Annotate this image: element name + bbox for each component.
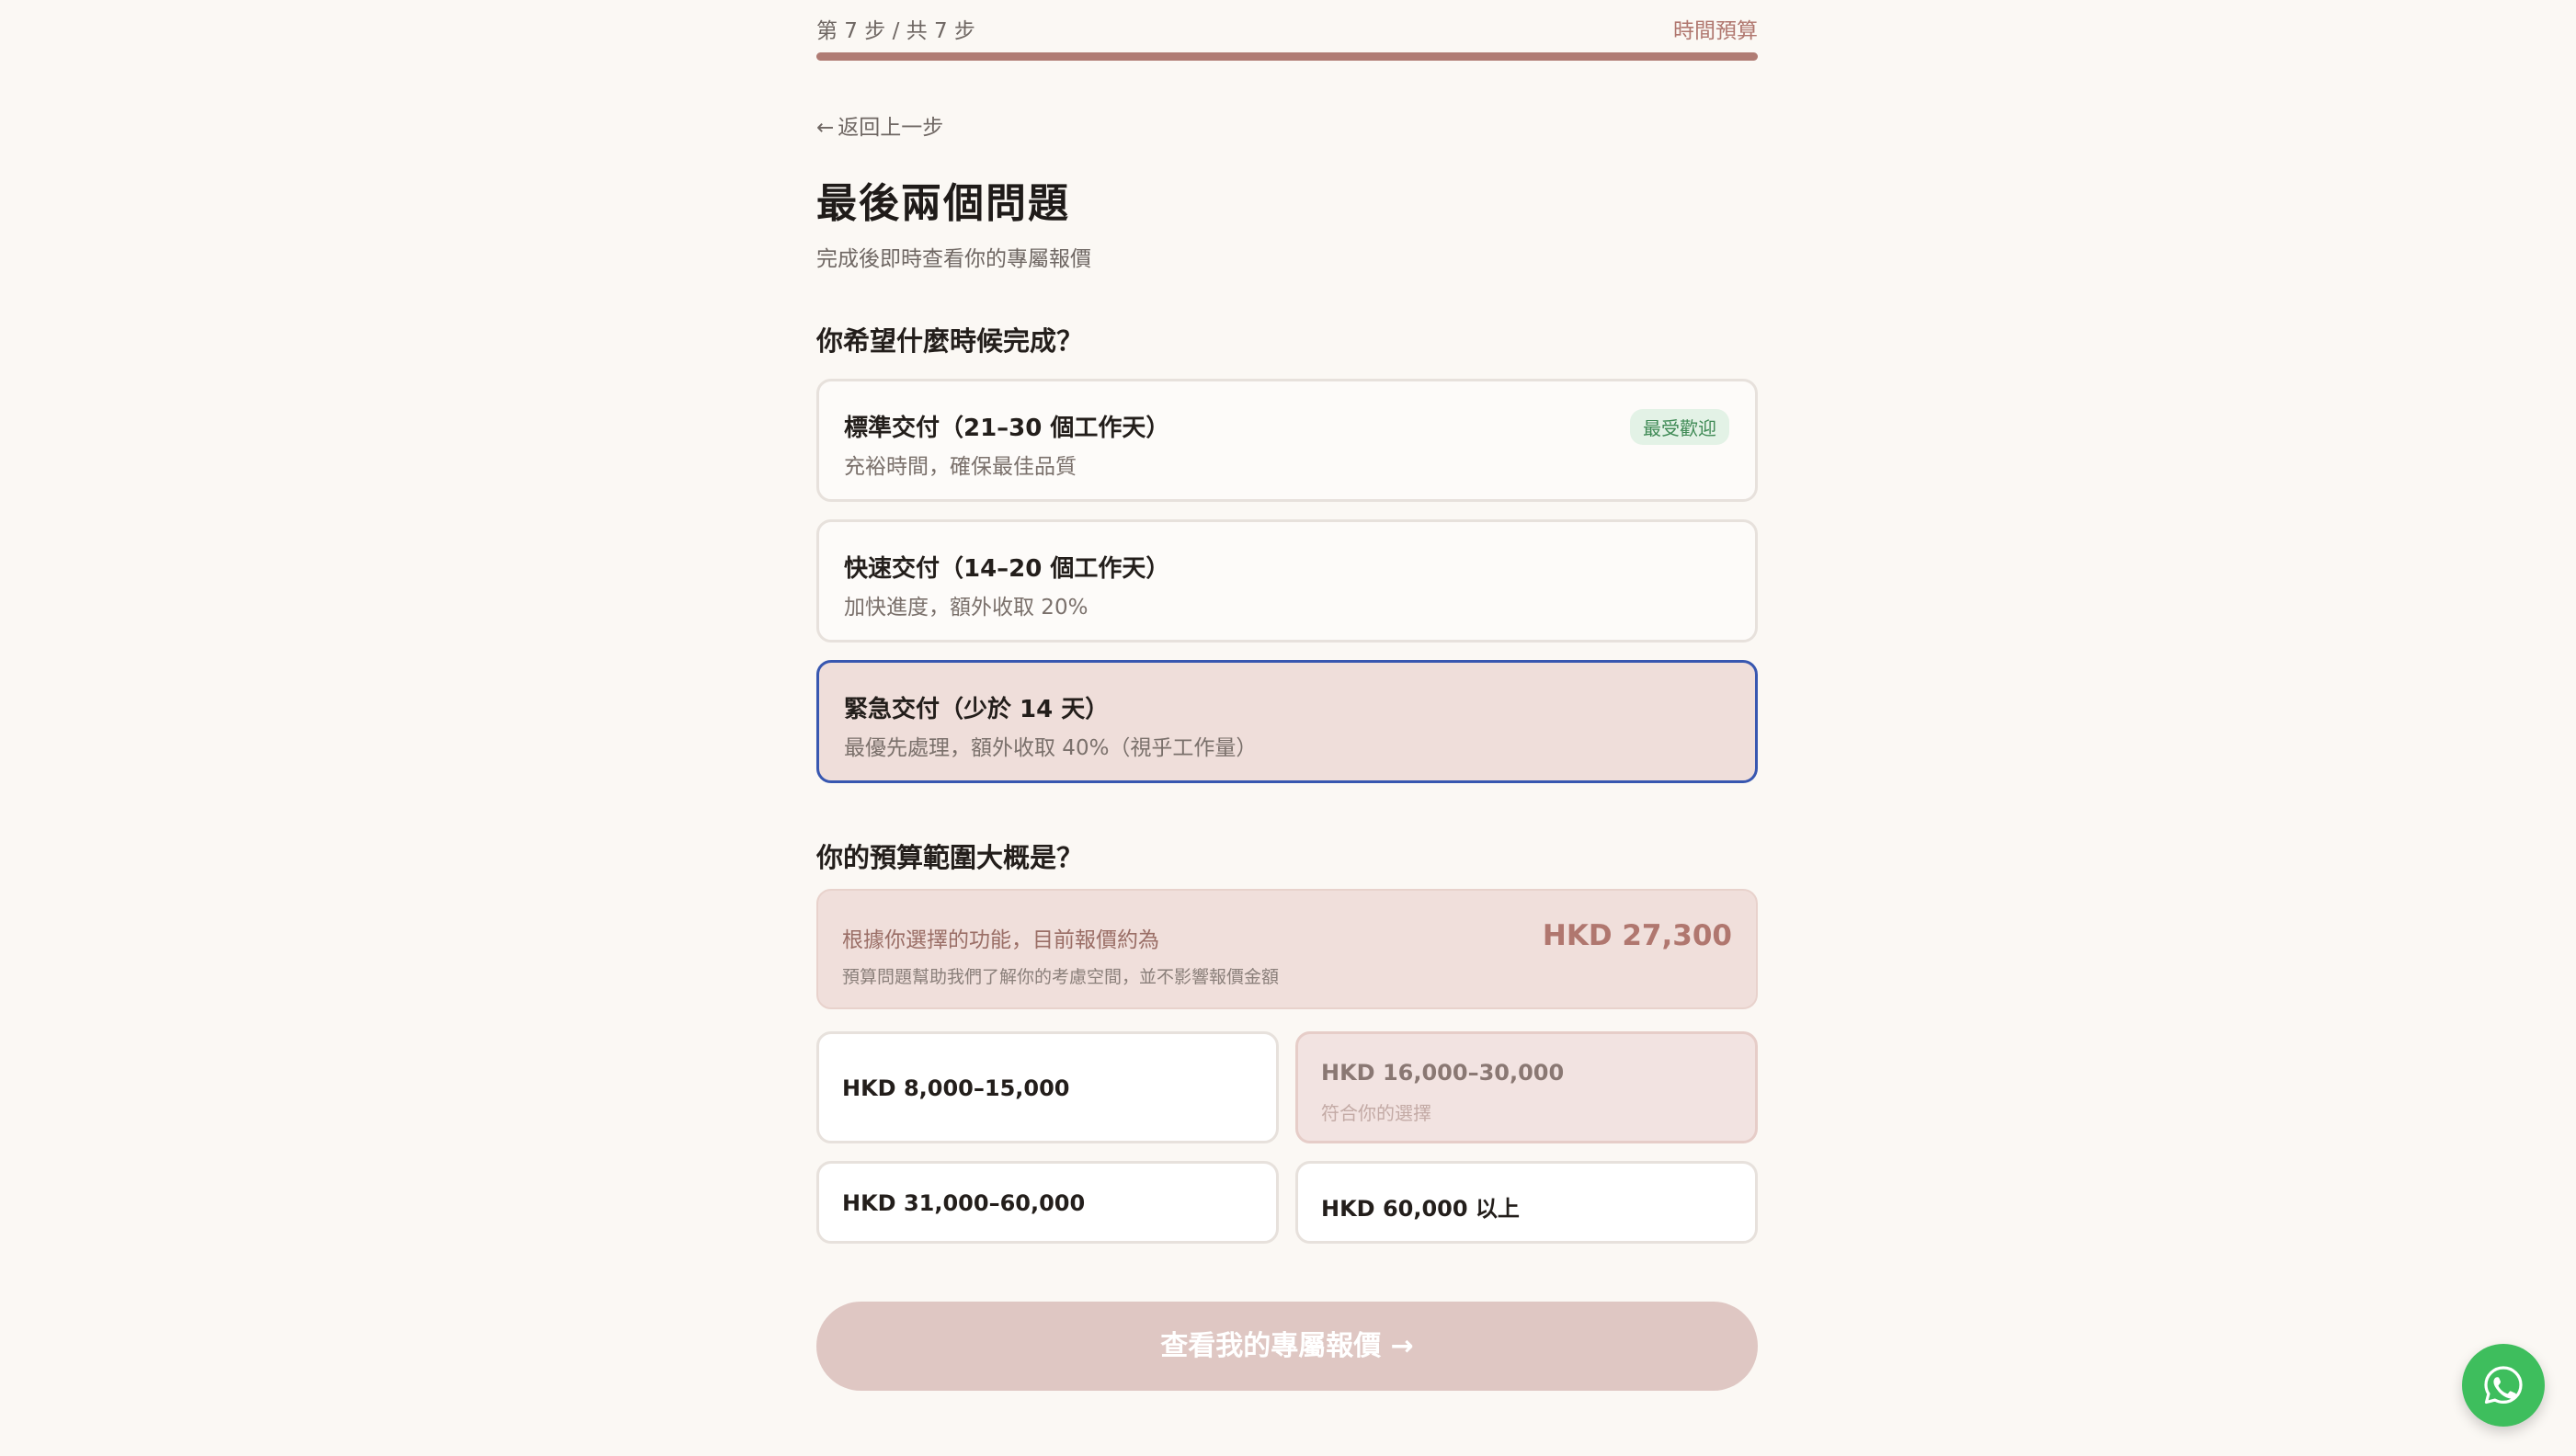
budget-question: 你的預算範圍大概是？	[816, 842, 1084, 873]
whatsapp-button[interactable]	[2462, 1344, 2545, 1427]
view-quote-button[interactable]: 查看我的專屬報價 →	[816, 1302, 1758, 1391]
progress-bar	[816, 52, 1758, 61]
option-desc: 最優先處理，額外收取 40%（視乎工作量）	[844, 736, 1258, 760]
budget-option-8k-15k[interactable]: HKD 8,000–15,000	[816, 1031, 1279, 1143]
step-section-label: 時間預算	[1673, 19, 1758, 43]
step-counter: 第 7 步 / 共 7 步	[816, 19, 975, 43]
quote-summary: 根據你選擇的功能，目前報價約為 HKD 27,300 預算問題幫助我們了解你的考…	[816, 889, 1758, 1009]
budget-option-16k-30k[interactable]: HKD 16,000–30,000 符合你的選擇	[1295, 1031, 1758, 1143]
timeline-option-urgent[interactable]: 緊急交付（少於 14 天） 最優先處理，額外收取 40%（視乎工作量）	[816, 660, 1758, 783]
timeline-option-standard[interactable]: 標準交付（21–30 個工作天） 充裕時間，確保最佳品質 最受歡迎	[816, 379, 1758, 502]
option-title: 快速交付（14–20 個工作天）	[844, 555, 1170, 583]
quote-note: 預算問題幫助我們了解你的考慮空間，並不影響報價金額	[842, 967, 1280, 987]
budget-label: HKD 60,000 以上	[1321, 1196, 1520, 1222]
budget-label: HKD 31,000–60,000	[842, 1190, 1086, 1216]
budget-match-note: 符合你的選擇	[1321, 1102, 1431, 1124]
option-title: 緊急交付（少於 14 天）	[844, 696, 1110, 723]
option-title: 標準交付（21–30 個工作天）	[844, 415, 1170, 442]
quote-label: 根據你選擇的功能，目前報價約為	[842, 928, 1159, 952]
budget-label: HKD 8,000–15,000	[842, 1075, 1070, 1101]
page: 第 7 步 / 共 7 步 時間預算 ← 返回上一步 最後兩個問題 完成後即時查看…	[0, 0, 2576, 1456]
page-subtitle: 完成後即時查看你的專屬報價	[816, 247, 1091, 271]
option-desc: 充裕時間，確保最佳品質	[844, 455, 1077, 479]
budget-option-60k-plus[interactable]: HKD 60,000 以上	[1295, 1161, 1758, 1244]
option-desc: 加快進度，額外收取 20%	[844, 596, 1089, 620]
progress-header: 第 7 步 / 共 7 步 時間預算	[816, 13, 1758, 44]
popular-badge: 最受歡迎	[1630, 409, 1729, 445]
timeline-option-fast[interactable]: 快速交付（14–20 個工作天） 加快進度，額外收取 20%	[816, 519, 1758, 643]
back-label: 返回上一步	[838, 116, 944, 140]
progress-fill	[816, 52, 1758, 61]
timeline-question: 你希望什麼時候完成？	[816, 325, 1084, 357]
back-link[interactable]: ← 返回上一步	[816, 109, 943, 141]
quote-price: HKD 27,300	[1542, 919, 1732, 952]
arrow-left-icon: ←	[816, 116, 835, 140]
budget-option-31k-60k[interactable]: HKD 31,000–60,000	[816, 1161, 1279, 1244]
whatsapp-icon	[2484, 1366, 2523, 1405]
page-title: 最後兩個問題	[816, 180, 1070, 227]
budget-label: HKD 16,000–30,000	[1321, 1060, 1565, 1086]
